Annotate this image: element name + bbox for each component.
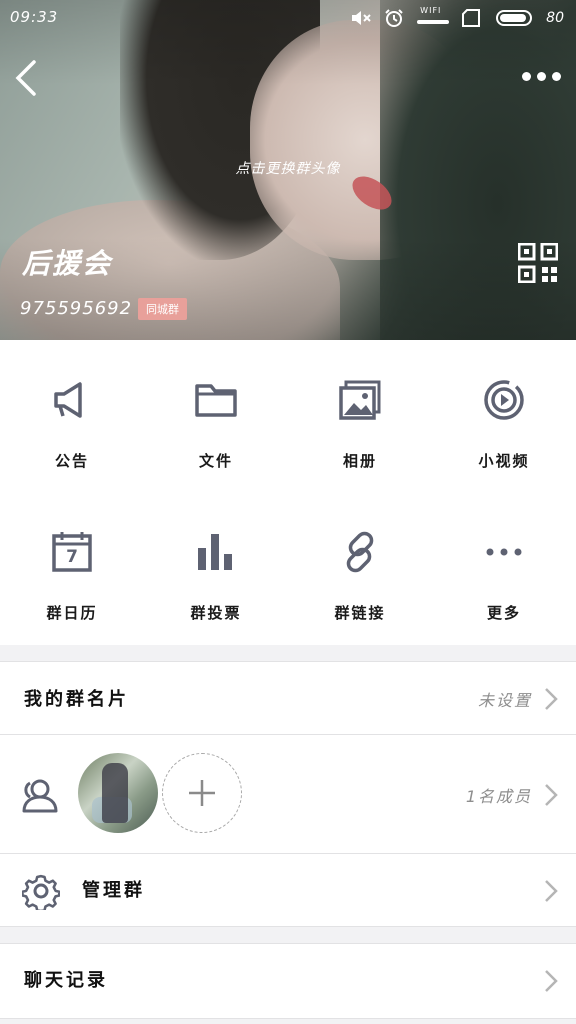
group-function-grid: 公告 文件 相册 小视频 7 群日历 群投票 群链接 更多	[0, 340, 576, 645]
manage-group-row[interactable]: 管理群	[0, 853, 576, 927]
wifi-icon: WIFI	[416, 6, 450, 28]
members-row[interactable]: 1名成员	[0, 734, 576, 854]
folder-icon	[194, 378, 238, 422]
sim-icon	[462, 9, 484, 27]
grid-label: 群投票	[190, 604, 242, 622]
add-member-button[interactable]	[162, 753, 242, 833]
avatar-photo-figure	[102, 763, 128, 823]
more-dot-icon	[537, 71, 546, 81]
more-dots-icon	[482, 530, 526, 574]
member-avatar[interactable]	[78, 753, 158, 833]
grid-item-link[interactable]: 群链接	[288, 492, 432, 642]
megaphone-icon	[50, 378, 94, 422]
calendar-icon: 7	[50, 530, 94, 574]
grid-item-more[interactable]: 更多	[432, 492, 576, 642]
member-count: 1名成员	[465, 787, 532, 806]
grid-label: 小视频	[478, 452, 530, 470]
calendar-day: 7	[66, 547, 78, 567]
qr-code-icon	[517, 242, 559, 284]
album-icon	[338, 378, 382, 422]
grid-label: 公告	[54, 452, 89, 470]
my-group-card-value: 未设置	[477, 691, 532, 710]
back-button[interactable]	[12, 58, 42, 98]
grid-item-announcement[interactable]: 公告	[0, 340, 144, 490]
chevron-right-icon	[545, 880, 558, 902]
chevron-right-icon	[545, 688, 558, 710]
status-time: 09:33	[10, 8, 59, 26]
members-icon	[22, 779, 58, 813]
group-id: 975595692	[20, 298, 133, 319]
grid-label: 更多	[486, 604, 521, 622]
grid-item-files[interactable]: 文件	[144, 340, 288, 490]
mute-icon	[350, 9, 372, 27]
grid-item-vote[interactable]: 群投票	[144, 492, 288, 642]
chevron-right-icon	[545, 970, 558, 992]
gear-icon	[22, 874, 60, 910]
bar-chart-icon	[194, 530, 238, 574]
video-icon	[482, 378, 526, 422]
chat-history-title: 聊天记录	[24, 970, 108, 991]
battery-icon	[496, 9, 534, 27]
grid-item-calendar[interactable]: 7 群日历	[0, 492, 144, 642]
more-options-button[interactable]	[522, 66, 562, 86]
grid-label: 群日历	[46, 604, 98, 622]
change-avatar-hint[interactable]: 点击更换群头像	[0, 158, 576, 178]
chat-history-row[interactable]: 聊天记录	[0, 943, 576, 1019]
grid-label: 群链接	[334, 604, 386, 622]
battery-percent: 80	[546, 10, 564, 26]
wifi-label: WIFI	[420, 6, 442, 15]
group-name: 后援会	[22, 247, 113, 280]
plus-icon	[189, 780, 215, 806]
grid-item-album[interactable]: 相册	[288, 340, 432, 490]
more-dot-icon	[522, 71, 531, 81]
alarm-icon	[384, 8, 404, 28]
grid-label: 相册	[342, 452, 377, 470]
more-dot-icon	[552, 71, 561, 81]
chevron-left-icon	[15, 60, 36, 96]
qr-code-button[interactable]	[517, 242, 559, 284]
my-group-card-row[interactable]: 我的群名片 未设置	[0, 661, 576, 735]
grid-item-short-video[interactable]: 小视频	[432, 340, 576, 490]
grid-label: 文件	[198, 452, 233, 470]
manage-group-title: 管理群	[82, 880, 145, 901]
status-bar: 09:33 WIFI 80	[0, 6, 576, 30]
my-group-card-title: 我的群名片	[24, 689, 129, 710]
link-icon	[338, 530, 382, 574]
group-cover-image[interactable]: 09:33 WIFI 80 点击更换群头像 后援会 975595692 同城群	[0, 0, 576, 340]
chevron-right-icon	[545, 784, 558, 806]
group-tag-badge: 同城群	[138, 298, 187, 320]
